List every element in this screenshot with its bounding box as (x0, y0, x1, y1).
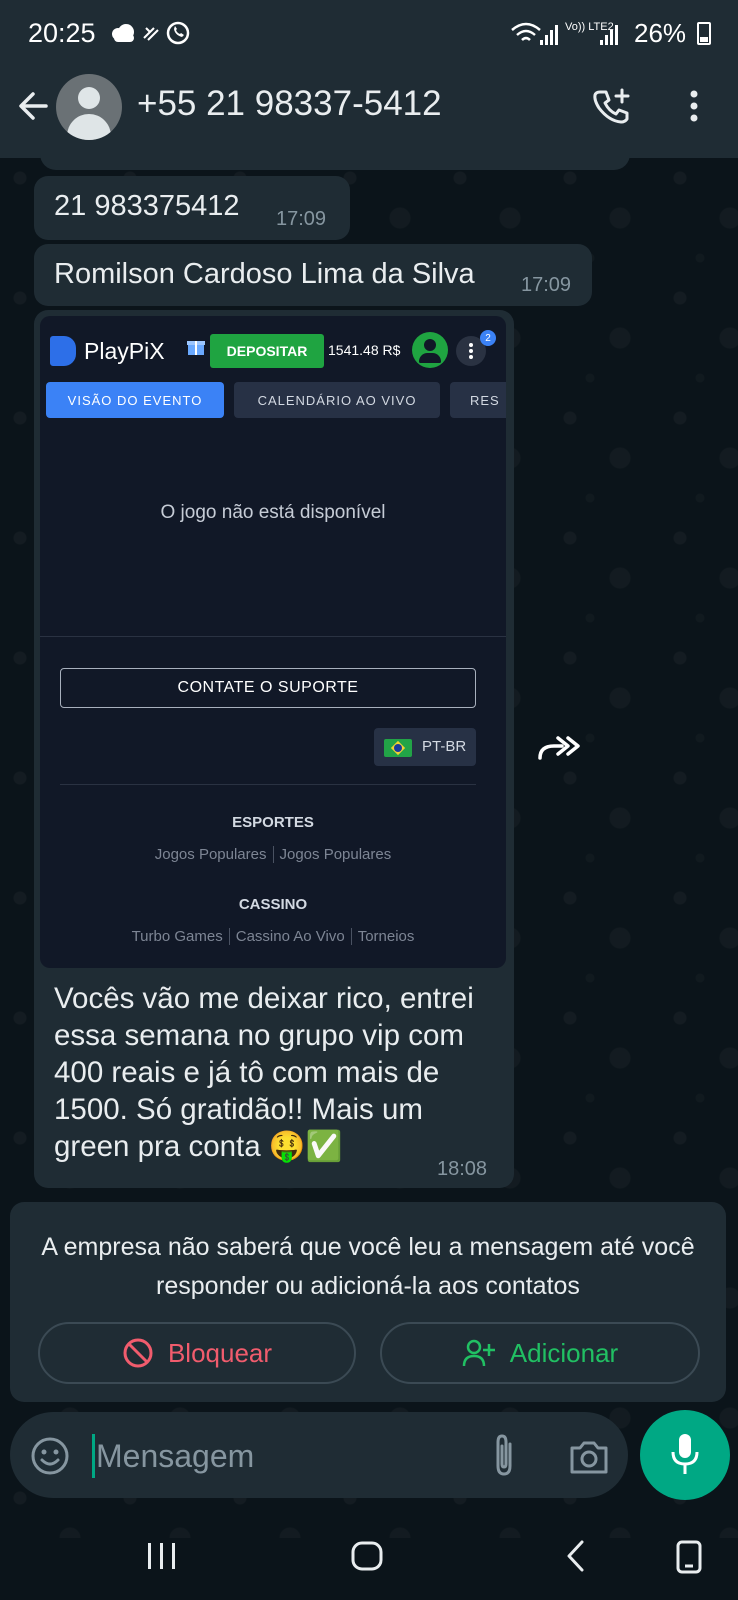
message-caption: Vocês vão me deixar rico, entrei essa se… (54, 982, 474, 1163)
message-text: Romilson Cardoso Lima da Silva (54, 258, 475, 290)
back-arrow-icon[interactable] (16, 86, 52, 126)
notification-badge: 2 (480, 330, 496, 346)
language-label: PT-BR (422, 738, 467, 755)
brazil-flag-icon (384, 739, 412, 757)
network-label: Vo)) LTE2 (565, 21, 614, 33)
gift-icon (186, 336, 206, 362)
nav-back-icon[interactable] (564, 1539, 588, 1573)
forward-icon[interactable] (536, 732, 580, 764)
battery-icon (697, 22, 711, 45)
contact-support-button: CONTATE O SUPORTE (60, 668, 476, 708)
message-time: 17:09 (276, 208, 327, 230)
block-label: Bloquear (167, 1337, 273, 1368)
divider (60, 784, 476, 785)
link-popular-games: Jogos Populares (154, 846, 267, 863)
balance: 1541.48 R$ (328, 342, 401, 358)
add-contact-label: Adicionar (509, 1337, 619, 1368)
cell-signal-icon (540, 25, 558, 45)
casino-heading: CASSINO (238, 896, 308, 913)
battery-percent: 26% (634, 18, 687, 48)
message-time: 18:08 (437, 1158, 488, 1180)
shared-screenshot-image[interactable]: PlayPiX DEPOSITAR 1541.48 R$ 2 VISÃO DO … (40, 316, 506, 968)
microphone-icon (670, 1432, 700, 1478)
recent-apps-icon[interactable] (146, 1541, 178, 1571)
contact-name[interactable]: +55 21 98337-5412 (137, 84, 442, 124)
text-cursor (92, 1434, 95, 1478)
camera-icon[interactable] (568, 1438, 610, 1476)
tab-live-calendar: CALENDÁRIO AO VIVO (234, 382, 440, 418)
tab-event-view: VISÃO DO EVENTO (46, 382, 224, 418)
more-dots-icon (467, 342, 475, 360)
banner-text: A empresa não saberá que você leu a mens… (41, 1233, 695, 1300)
tab-results: RES (450, 382, 506, 418)
block-icon (123, 1338, 153, 1368)
playpix-logo-text: PlayPiX (84, 338, 165, 364)
more-options-icon[interactable] (682, 88, 706, 124)
wifi-icon (511, 22, 541, 41)
block-button[interactable]: Bloquear (38, 1322, 356, 1384)
assistant-icon[interactable] (676, 1540, 702, 1574)
sports-links: Jogos Populares Jogos Populares (40, 846, 506, 863)
deposit-button: DEPOSITAR (210, 334, 324, 368)
link-turbo-games: Turbo Games (131, 928, 223, 945)
message-text: 21 983375412 (54, 190, 240, 222)
playpix-logo-icon (50, 336, 76, 366)
link-live-casino: Cassino Ao Vivo (235, 928, 345, 945)
weather-icon (112, 21, 190, 45)
add-person-icon (462, 1339, 495, 1367)
previous-message-bubble (40, 140, 630, 170)
home-icon[interactable] (350, 1540, 384, 1572)
casino-links: Turbo Games Cassino Ao Vivo Torneios (40, 928, 506, 945)
divider (40, 636, 506, 637)
add-contact-button[interactable]: Adicionar (380, 1322, 700, 1384)
notification-icons (108, 20, 194, 52)
status-time: 20:25 (28, 18, 96, 48)
game-unavailable-text: O jogo não está disponível (160, 502, 386, 523)
attach-icon[interactable] (488, 1432, 518, 1480)
user-icon (412, 332, 448, 368)
link-tournaments: Torneios (357, 928, 415, 945)
emoji-icon[interactable] (30, 1436, 70, 1476)
link-popular-games: Jogos Populares (279, 846, 392, 863)
sports-heading: ESPORTES (232, 814, 314, 831)
contact-avatar[interactable] (56, 74, 122, 140)
add-call-icon[interactable] (592, 86, 632, 126)
message-time: 17:09 (521, 274, 572, 296)
message-input[interactable] (96, 1434, 476, 1478)
